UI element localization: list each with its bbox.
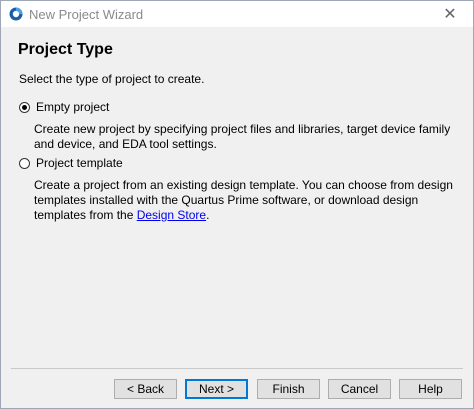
project-template-description-text: Create a project from an existing design… xyxy=(34,178,453,222)
finish-button[interactable]: Finish xyxy=(257,379,320,399)
project-template-description: Create a project from an existing design… xyxy=(34,178,454,223)
button-bar: < Back Next > Finish Cancel Help xyxy=(1,379,473,401)
design-store-link[interactable]: Design Store xyxy=(137,208,206,222)
content-panel: Select the type of project to create. Em… xyxy=(2,63,472,365)
title-bar: New Project Wizard ✕ xyxy=(1,1,473,27)
project-template-description-end: . xyxy=(206,208,210,222)
empty-project-option[interactable]: Empty project xyxy=(19,100,109,114)
quartus-logo-icon xyxy=(9,7,23,21)
empty-project-description: Create new project by specifying project… xyxy=(34,122,451,151)
wizard-window: New Project Wizard ✕ Project Type Select… xyxy=(0,0,474,409)
cancel-button[interactable]: Cancel xyxy=(328,379,391,399)
page-title: Project Type xyxy=(18,41,113,58)
project-template-label[interactable]: Project template xyxy=(36,156,123,170)
help-button[interactable]: Help xyxy=(399,379,462,399)
empty-project-label[interactable]: Empty project xyxy=(36,100,109,114)
next-button[interactable]: Next > xyxy=(185,379,248,399)
project-template-option[interactable]: Project template xyxy=(19,156,123,170)
back-button[interactable]: < Back xyxy=(114,379,177,399)
close-icon[interactable]: ✕ xyxy=(427,1,473,27)
project-template-radio[interactable] xyxy=(19,157,30,169)
footer-divider xyxy=(11,368,463,369)
window-title: New Project Wizard xyxy=(29,6,144,22)
empty-project-radio[interactable] xyxy=(19,101,30,113)
instruction-text: Select the type of project to create. xyxy=(19,72,205,86)
